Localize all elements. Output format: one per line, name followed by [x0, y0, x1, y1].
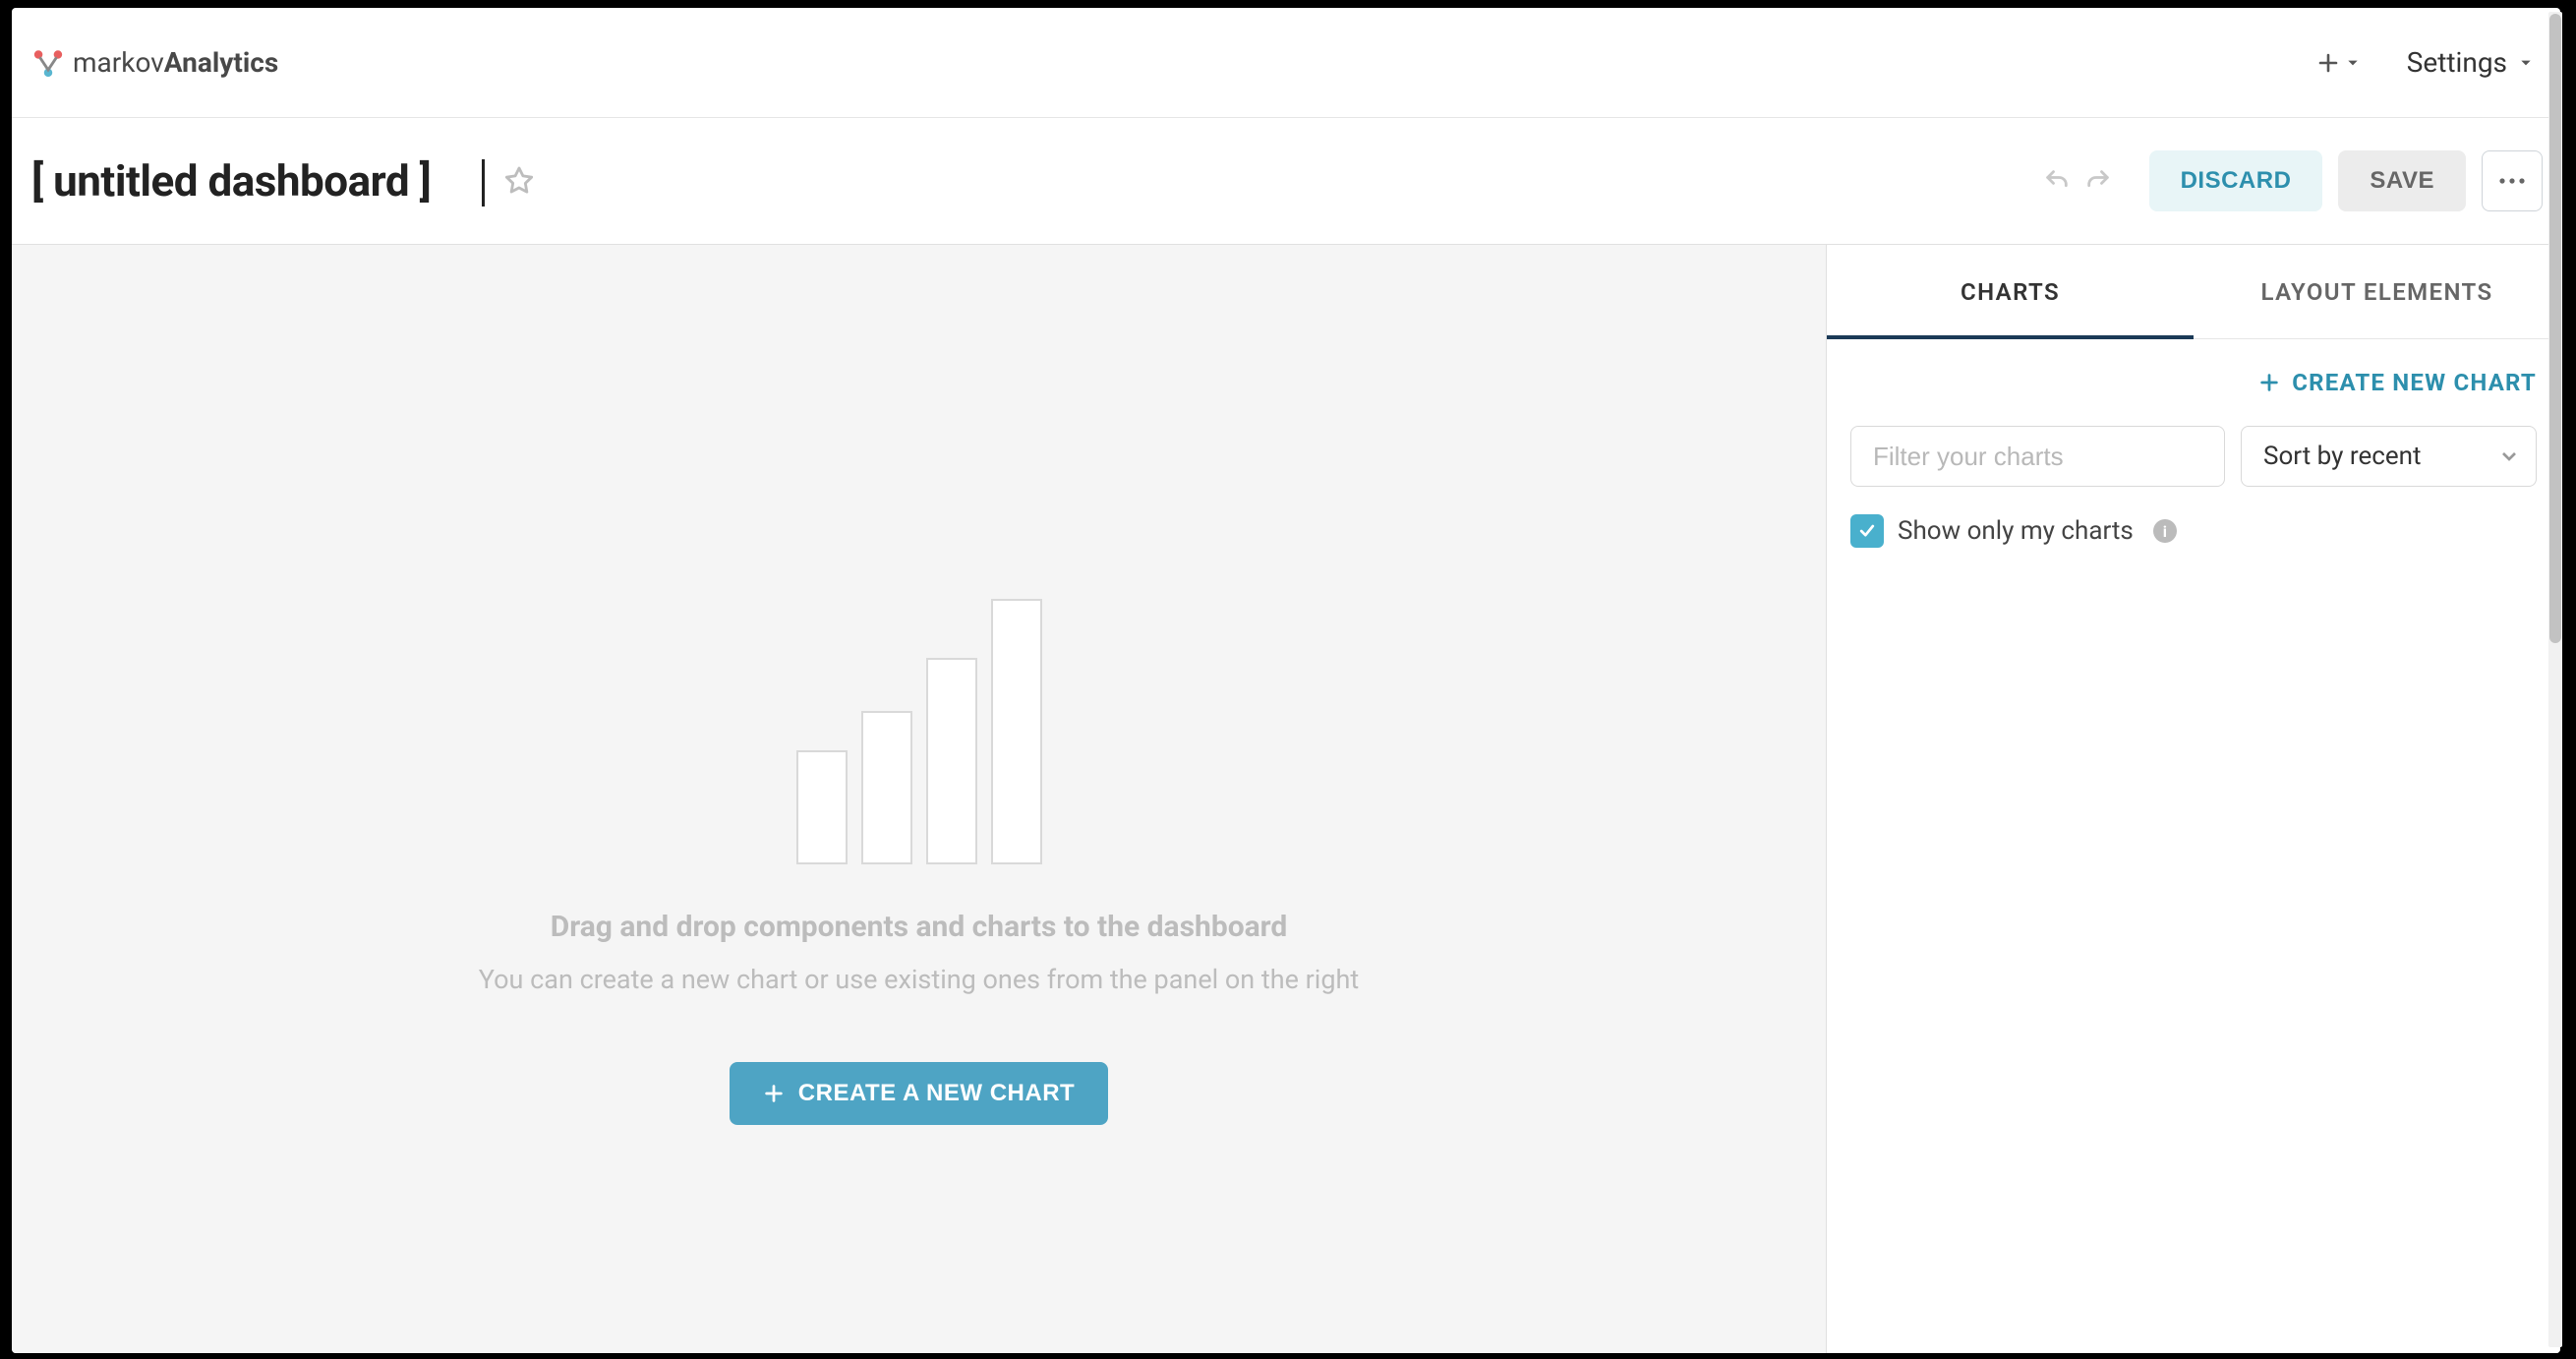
text-caret [482, 159, 485, 207]
info-icon[interactable]: i [2153, 519, 2177, 543]
create-chart-label: CREATE A NEW CHART [798, 1080, 1075, 1107]
caret-down-icon [2519, 56, 2533, 70]
new-menu[interactable] [2316, 51, 2360, 75]
save-button[interactable]: SAVE [2338, 150, 2466, 211]
side-panel: CHARTS LAYOUT ELEMENTS CREATE NEW CHART … [1827, 245, 2560, 1353]
more-actions-button[interactable] [2482, 150, 2543, 211]
tab-layout-elements[interactable]: LAYOUT ELEMENTS [2194, 245, 2560, 338]
brand-text: markovAnalytics [73, 46, 278, 79]
bar-chart-icon [796, 750, 848, 864]
create-new-chart-link[interactable]: CREATE NEW CHART [2258, 369, 2537, 396]
side-panel-tabs: CHARTS LAYOUT ELEMENTS [1827, 245, 2560, 339]
tab-charts[interactable]: CHARTS [1827, 245, 2194, 338]
dashboard-title-input[interactable]: [ untitled dashboard ] [31, 155, 464, 207]
settings-menu[interactable]: Settings [2407, 46, 2533, 79]
dashboard-canvas[interactable]: Drag and drop components and charts to t… [12, 245, 1827, 1353]
brand-text-bold: Analytics [164, 46, 278, 79]
plus-icon [2258, 372, 2280, 393]
caret-down-icon [2346, 56, 2360, 70]
plus-icon [2316, 51, 2340, 75]
empty-state-subtitle: You can create a new chart or use existi… [479, 964, 1359, 995]
empty-state-title: Drag and drop components and charts to t… [551, 910, 1288, 944]
app-frame: markovAnalytics Settings [12, 8, 2560, 1353]
show-only-my-charts-checkbox[interactable] [1850, 514, 1884, 548]
brand[interactable]: markovAnalytics [31, 46, 278, 80]
brand-text-light: markov [73, 46, 164, 79]
brand-logo-icon [31, 46, 65, 80]
show-only-my-charts-label: Show only my charts [1898, 516, 2134, 546]
empty-state-graphic [796, 599, 1042, 864]
plus-icon [763, 1083, 785, 1104]
create-chart-button[interactable]: CREATE A NEW CHART [730, 1062, 1108, 1125]
ellipsis-icon [2497, 176, 2527, 186]
workspace: Drag and drop components and charts to t… [12, 245, 2560, 1353]
sort-select-label: Sort by recent [2263, 442, 2422, 471]
undo-icon[interactable] [2043, 167, 2071, 195]
page-scrollbar[interactable] [2548, 12, 2562, 1347]
chevron-down-icon [2500, 447, 2518, 465]
redo-icon[interactable] [2084, 167, 2112, 195]
filter-charts-input[interactable] [1850, 426, 2225, 487]
settings-label: Settings [2407, 46, 2507, 79]
check-icon [1857, 521, 1877, 541]
top-navbar: markovAnalytics Settings [12, 8, 2560, 118]
discard-button[interactable]: DISCARD [2149, 150, 2323, 211]
editor-toolbar: [ untitled dashboard ] DISCARD [12, 118, 2560, 245]
bar-chart-icon [926, 658, 977, 864]
scrollbar-thumb[interactable] [2549, 14, 2561, 643]
star-icon[interactable] [502, 164, 536, 198]
create-new-chart-label: CREATE NEW CHART [2292, 369, 2537, 396]
bar-chart-icon [991, 599, 1042, 864]
bar-chart-icon [861, 711, 912, 864]
sort-select[interactable]: Sort by recent [2241, 426, 2537, 487]
